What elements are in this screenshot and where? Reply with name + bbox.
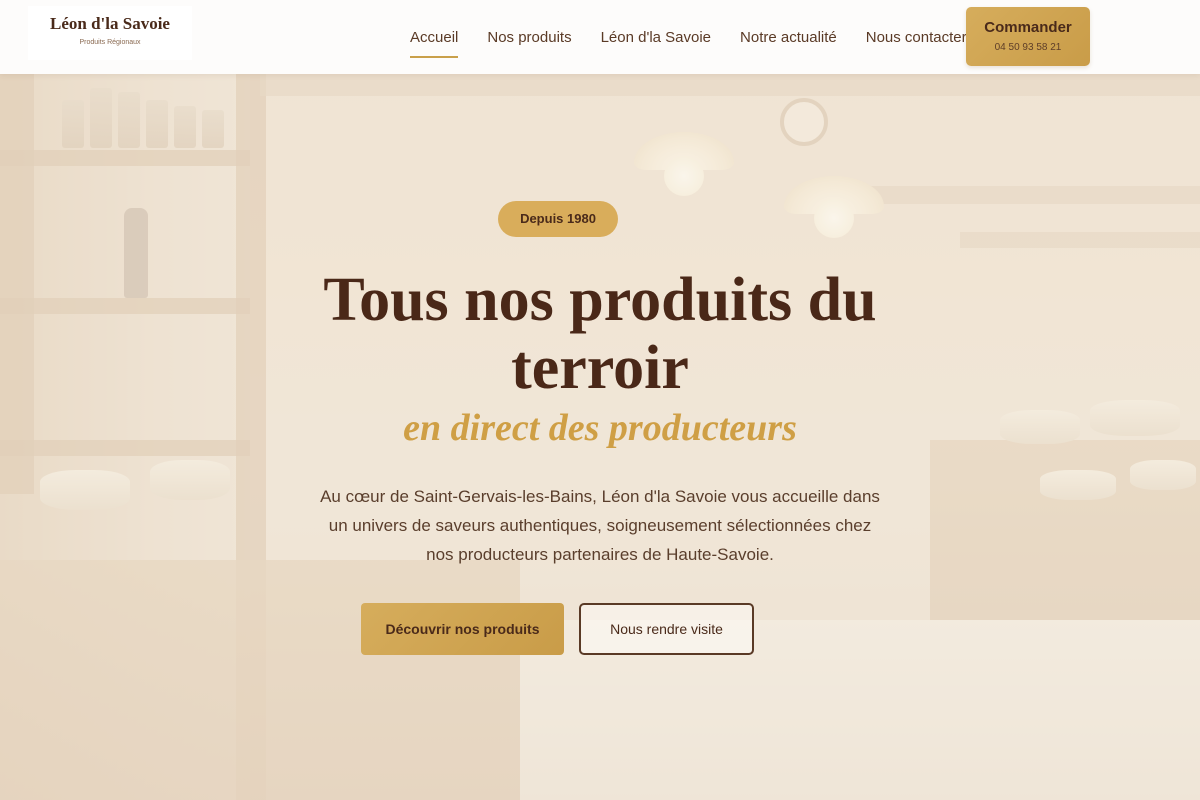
site-logo[interactable]: Léon d'la Savoie Produits Régionaux: [28, 6, 192, 60]
visit-us-button[interactable]: Nous rendre visite: [579, 603, 754, 655]
hero-title-line2: terroir: [511, 334, 689, 402]
hero-description-line1: Au cœur de Saint-Gervais-les-Bains, Léon…: [320, 487, 880, 506]
hero-title-line1: Tous nos produits du: [323, 266, 877, 334]
since-badge: Depuis 1980: [498, 201, 618, 237]
nav-item-leon-dla-savoie[interactable]: Léon d'la Savoie: [601, 21, 711, 54]
main-nav: Accueil Nos produits Léon d'la Savoie No…: [410, 0, 967, 74]
nav-item-notre-actualite[interactable]: Notre actualité: [740, 21, 837, 54]
logo-tagline: Produits Régionaux: [79, 39, 141, 46]
hero-description: Au cœur de Saint-Gervais-les-Bains, Léon…: [280, 482, 920, 569]
nav-item-nos-produits[interactable]: Nos produits: [487, 21, 571, 54]
hero-title: Tous nos produits du terroir: [150, 266, 1050, 402]
site-header: Léon d'la Savoie Produits Régionaux Accu…: [0, 0, 1200, 74]
hero-description-line2: un univers de saveurs authentiques, soig…: [328, 516, 872, 535]
order-button[interactable]: Commander 04 50 93 58 21: [966, 7, 1090, 66]
hero-subtitle: en direct des producteurs: [403, 407, 797, 449]
order-label: Commander: [984, 19, 1072, 36]
discover-products-button[interactable]: Découvrir nos produits: [361, 603, 564, 655]
order-phone: 04 50 93 58 21: [994, 42, 1062, 53]
logo-name: Léon d'la Savoie: [50, 14, 170, 33]
nav-item-accueil[interactable]: Accueil: [410, 21, 459, 58]
hero-section: Depuis 1980 Tous nos produits du terroir…: [0, 74, 1200, 800]
nav-item-nous-contacter[interactable]: Nous contacter: [866, 21, 967, 54]
hero-description-line3: nos producteurs partenaires de Haute-Sav…: [426, 545, 774, 564]
